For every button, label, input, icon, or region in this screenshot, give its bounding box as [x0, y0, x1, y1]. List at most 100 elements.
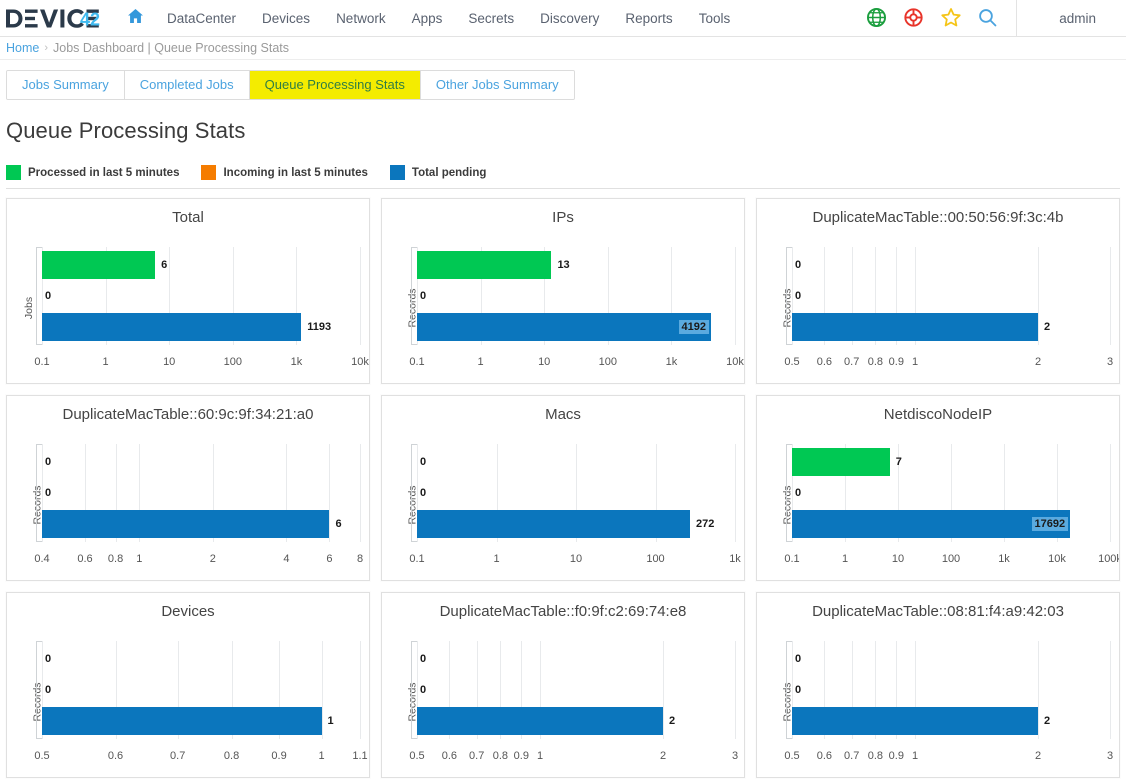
bar-row-incoming[interactable]: 0	[42, 479, 360, 507]
bar-pending[interactable]	[42, 707, 322, 735]
bar-row-incoming[interactable]: 0	[417, 282, 735, 310]
x-axis-tick-label: 0.7	[844, 356, 859, 368]
x-axis-tick-label: 1k	[666, 356, 678, 368]
chart-legend: Processed in last 5 minutes Incoming in …	[0, 144, 1126, 180]
legend-swatch-incoming	[201, 165, 216, 180]
bar-row-pending[interactable]: 272	[417, 510, 735, 538]
globe-icon[interactable]	[867, 8, 887, 28]
bar-value-label: 2	[669, 715, 675, 727]
bar-row-pending[interactable]: 2	[792, 707, 1110, 735]
x-axis-ticks: 0.40.60.812468	[42, 553, 360, 567]
nav-item-discovery[interactable]: Discovery	[527, 0, 612, 37]
chart-panel: TotalJobs6011930.11101001k10k	[6, 198, 370, 384]
bar-row-incoming[interactable]: 0	[792, 282, 1110, 310]
gridline	[360, 444, 361, 542]
legend-label-incoming: Incoming in last 5 minutes	[223, 167, 367, 179]
bar-row-incoming[interactable]: 0	[417, 479, 735, 507]
x-axis-tick-label: 4	[283, 553, 289, 565]
bar-row-processed[interactable]: 0	[42, 448, 360, 476]
nav-item-reports[interactable]: Reports	[612, 0, 685, 37]
bar-series-group: 0 0 2	[792, 247, 1110, 345]
bar-value-label: 2	[1044, 321, 1050, 333]
bar-value-label: 0	[45, 290, 51, 302]
bar-row-processed[interactable]: 13	[417, 251, 735, 279]
lifebuoy-icon[interactable]	[904, 8, 924, 28]
bar-row-processed[interactable]: 0	[417, 645, 735, 673]
nav-item-tools[interactable]: Tools	[686, 0, 744, 37]
bar-row-pending[interactable]: 17692	[792, 510, 1110, 538]
x-axis-tick-label: 1	[912, 750, 918, 762]
x-axis-tick-label: 0.7	[170, 750, 185, 762]
bar-pending[interactable]	[792, 707, 1038, 735]
x-axis-tick-label: 0.5	[34, 750, 49, 762]
bar-value-label: 0	[420, 487, 426, 499]
bar-pending[interactable]	[417, 707, 663, 735]
bar-row-processed[interactable]: 0	[42, 645, 360, 673]
bar-row-pending[interactable]: 2	[417, 707, 735, 735]
user-menu-admin[interactable]: admin	[1017, 0, 1126, 37]
bar-pending[interactable]	[42, 313, 301, 341]
x-axis-tick-label: 0.6	[108, 750, 123, 762]
star-icon[interactable]	[941, 8, 961, 28]
bar-row-processed[interactable]: 7	[792, 448, 1110, 476]
bar-row-incoming[interactable]: 0	[792, 479, 1110, 507]
bar-row-incoming[interactable]: 0	[792, 676, 1110, 704]
bar-value-label: 0	[45, 456, 51, 468]
bar-row-incoming[interactable]: 0	[42, 282, 360, 310]
bar-row-processed[interactable]: 0	[792, 251, 1110, 279]
device42-logo[interactable]: 42	[0, 0, 120, 37]
x-axis-tick-label: 1	[136, 553, 142, 565]
bar-row-processed[interactable]: 0	[792, 645, 1110, 673]
x-axis-ticks: 0.11101001k10k	[42, 356, 360, 370]
bar-pending[interactable]	[417, 510, 690, 538]
x-axis-tick-label: 1	[842, 553, 848, 565]
nav-item-secrets[interactable]: Secrets	[455, 0, 527, 37]
bar-value-label: 0	[45, 684, 51, 696]
search-icon[interactable]	[978, 8, 998, 28]
nav-item-devices[interactable]: Devices	[249, 0, 323, 37]
nav-item-apps[interactable]: Apps	[399, 0, 456, 37]
x-axis-tick-label: 0.9	[514, 750, 529, 762]
x-axis-tick-label: 2	[1035, 356, 1041, 368]
bar-value-label: 7	[896, 456, 902, 468]
bar-row-pending[interactable]: 6	[42, 510, 360, 538]
bar-row-pending[interactable]: 1	[42, 707, 360, 735]
x-axis-tick-label: 0.5	[784, 356, 799, 368]
x-axis-tick-label: 0.8	[868, 750, 883, 762]
plot-area: 7 0 17692	[792, 444, 1110, 542]
chart-title: Macs	[382, 396, 744, 424]
bar-row-pending[interactable]: 1193	[42, 313, 360, 341]
bar-row-processed[interactable]: 6	[42, 251, 360, 279]
bar-row-processed[interactable]: 0	[417, 448, 735, 476]
nav-icon-group	[867, 8, 1016, 28]
bar-processed[interactable]	[42, 251, 155, 279]
chart-body: Records0020.50.60.70.80.9123	[757, 233, 1119, 383]
x-axis-tick-label: 0.9	[889, 750, 904, 762]
tab-queue-processing-stats[interactable]: Queue Processing Stats	[250, 71, 421, 99]
breadcrumb: Home › Jobs Dashboard | Queue Processing…	[0, 37, 1126, 60]
bar-processed[interactable]	[792, 448, 890, 476]
x-axis-tick-label: 8	[357, 553, 363, 565]
nav-item-datacenter[interactable]: DataCenter	[154, 0, 249, 37]
bar-row-pending[interactable]: 2	[792, 313, 1110, 341]
nav-item-network[interactable]: Network	[323, 0, 399, 37]
gridline	[360, 247, 361, 345]
chart-body: Records0010.50.60.70.80.911.1	[7, 627, 369, 777]
bar-pending[interactable]	[42, 510, 329, 538]
nav-item-home[interactable]	[120, 0, 154, 37]
x-axis-tick-label: 1k	[729, 553, 741, 565]
bar-pending[interactable]	[792, 510, 1070, 538]
x-axis-tick-label: 10	[538, 356, 550, 368]
bar-processed[interactable]	[417, 251, 551, 279]
bar-row-incoming[interactable]: 0	[417, 676, 735, 704]
breadcrumb-home-link[interactable]: Home	[6, 41, 39, 55]
bar-row-pending[interactable]: 4192	[417, 313, 735, 341]
bar-pending[interactable]	[417, 313, 711, 341]
bar-pending[interactable]	[792, 313, 1038, 341]
tab-completed-jobs[interactable]: Completed Jobs	[125, 71, 250, 99]
bar-row-incoming[interactable]: 0	[42, 676, 360, 704]
bar-value-label: 272	[696, 518, 714, 530]
queue-stats-chart-grid: TotalJobs6011930.11101001k10kIPsRecords1…	[0, 189, 1126, 778]
tab-other-jobs-summary[interactable]: Other Jobs Summary	[421, 71, 574, 99]
tab-jobs-summary[interactable]: Jobs Summary	[7, 71, 125, 99]
